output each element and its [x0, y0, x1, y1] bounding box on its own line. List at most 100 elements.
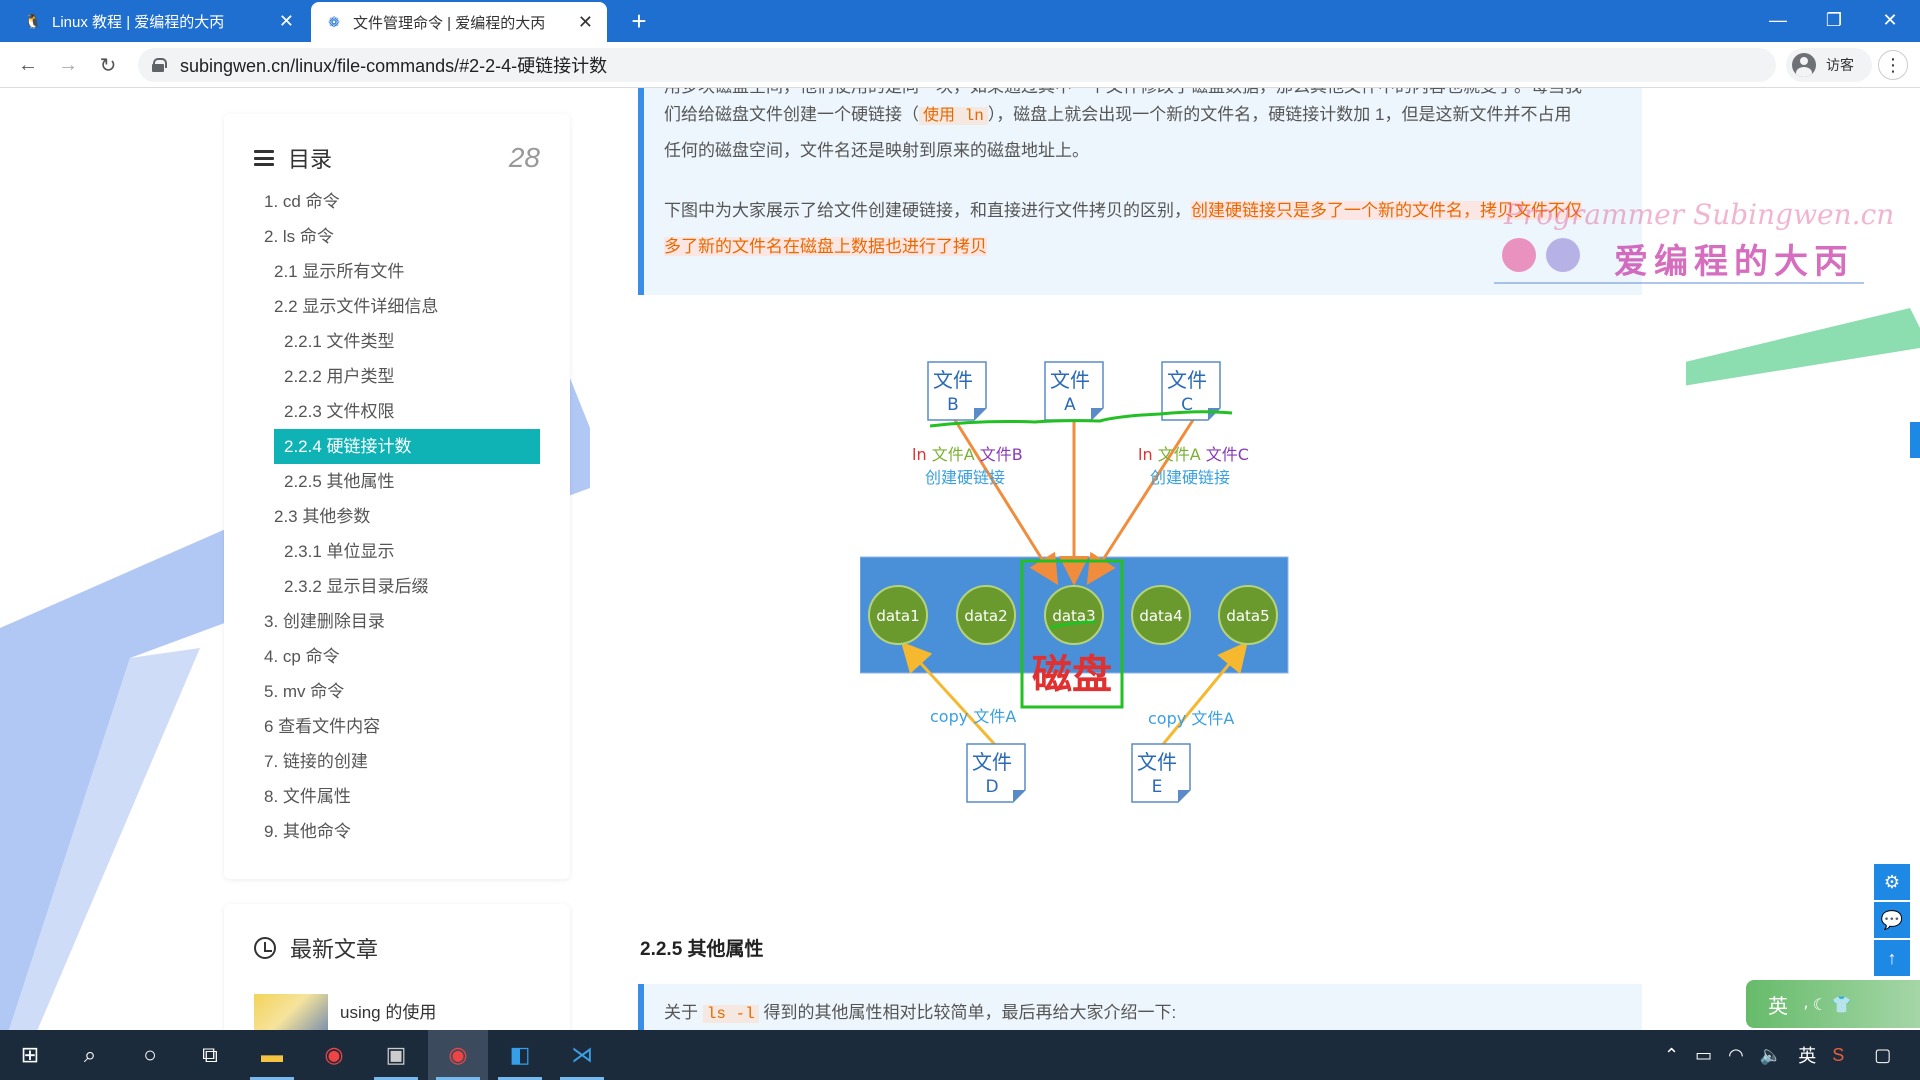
- section-heading: 2.2.5 其他属性: [640, 939, 764, 960]
- tray-language[interactable]: 英: [1798, 1042, 1816, 1068]
- site-favicon-icon: ❁: [328, 13, 340, 30]
- inline-code: 使用 ln: [919, 107, 988, 125]
- toc-item[interactable]: 2.2.3 文件权限: [224, 394, 570, 429]
- profile-button[interactable]: 访客: [1786, 48, 1872, 82]
- toc-item[interactable]: 2.2.5 其他属性: [224, 464, 570, 499]
- toc-list: 1. cd 命令 2. ls 命令 2.1 显示所有文件 2.2 显示文件详细信息 2.…: [224, 184, 570, 849]
- ime-toolbar[interactable]: 英 ⸴ ☾ 👕: [1746, 980, 1920, 1028]
- file-letter: A: [1064, 395, 1076, 415]
- teamviewer-icon[interactable]: ◧: [490, 1030, 550, 1080]
- site-favicon-icon: 🐧: [24, 12, 42, 29]
- paragraph-line: 们给给磁盘文件创建一个硬链接（ 使用 ln ），磁盘上就会出现一个新的文件名，硬链接…: [664, 105, 1572, 125]
- settings-gear-icon[interactable]: ⚙: [1874, 864, 1910, 900]
- toc-item[interactable]: 2.3 其他参数: [224, 499, 570, 534]
- paragraph-line: 关于 ls -l 得到的其他属性相对比较简单，最后再给大家介绍一下:: [664, 1003, 1177, 1023]
- toc-item[interactable]: 2.1 显示所有文件: [224, 254, 570, 289]
- file-letter: E: [1152, 777, 1163, 797]
- article-content: 用多块磁盘空间，他们使用的是同一块，如果通过其中一个文件修改了磁盘数据，那么其他…: [590, 88, 1894, 1030]
- toc-item[interactable]: 1. cd 命令: [224, 184, 570, 219]
- chrome-active-icon[interactable]: ◉: [428, 1030, 488, 1080]
- vscode-icon[interactable]: ⋊: [552, 1030, 612, 1080]
- toc-item[interactable]: 2.2.2 用户类型: [224, 359, 570, 394]
- ime-language: 英: [1768, 995, 1788, 1018]
- browser-tab-file-commands[interactable]: ❁ 文件管理命令 | 爱编程的大丙 ✕: [311, 2, 607, 42]
- cortana-icon[interactable]: ○: [120, 1030, 180, 1080]
- scroll-marker: [1910, 422, 1920, 458]
- toc-item[interactable]: 9. 其他命令: [224, 814, 570, 849]
- toc-item[interactable]: 2. ls 命令: [224, 219, 570, 254]
- toc-item[interactable]: 2.3.1 单位显示: [224, 534, 570, 569]
- profile-label: 访客: [1826, 57, 1854, 73]
- minimize-button[interactable]: —: [1750, 0, 1806, 40]
- new-tab-button[interactable]: +: [624, 6, 654, 36]
- avatar-icon: [1792, 53, 1816, 77]
- task-view-icon[interactable]: ⧉: [180, 1030, 240, 1080]
- tab-bar: 🐧 Linux 教程 | 爱编程的大丙 ✕ ❁ 文件管理命令 | 爱编程的大丙 …: [0, 0, 1920, 42]
- browser-tab-linux-tutorial[interactable]: 🐧 Linux 教程 | 爱编程的大丙 ✕: [10, 0, 308, 42]
- recent-header: 最新文章: [254, 932, 378, 964]
- url-field[interactable]: subingwen.cn/linux/file-commands/#2-2-4-…: [138, 48, 1776, 82]
- disk-label: 磁盘: [1032, 652, 1112, 698]
- list-icon: [254, 150, 274, 166]
- file-icon: 文件 A: [1044, 361, 1104, 421]
- file-letter: B: [947, 395, 959, 415]
- reload-icon[interactable]: ↻: [92, 50, 124, 80]
- toc-item[interactable]: 2.2 显示文件详细信息: [224, 289, 570, 324]
- highlight-text: 多了新的文件名在磁盘上数据也进行了拷贝: [664, 237, 987, 256]
- right-link-label-line2: 创建硬链接: [1150, 468, 1230, 487]
- file-name: 文件: [1137, 750, 1177, 774]
- article-thumbnail[interactable]: [254, 994, 328, 1030]
- watermark-underline: [1494, 282, 1864, 284]
- tray-icons[interactable]: ⌃ ▭ ◠ 🔈 英 S ▢: [1664, 1030, 1891, 1080]
- back-to-top-icon[interactable]: ↑: [1874, 940, 1910, 976]
- lock-icon[interactable]: [152, 58, 167, 72]
- notification-icon[interactable]: ▢: [1874, 1045, 1891, 1066]
- left-link-label: ln 文件A 文件B: [912, 445, 1023, 464]
- toc-item[interactable]: 2.2.4 硬链接计数: [274, 429, 540, 464]
- toc-item[interactable]: 6 查看文件内容: [224, 709, 570, 744]
- left-copy-label: copy 文件A: [930, 707, 1016, 726]
- hardlink-diagram: data1 data2 data3 data4 data5 磁盘 文件B文件A文件C文件…: [860, 361, 1289, 803]
- app-icon[interactable]: ▣: [366, 1030, 426, 1080]
- file-explorer-icon[interactable]: ▬: [242, 1030, 302, 1080]
- info-block: 关于 ls -l 得到的其他属性相对比较简单，最后再给大家介绍一下:: [638, 984, 1642, 1030]
- chevron-up-icon[interactable]: ⌃: [1664, 1045, 1679, 1066]
- toc-panel: 目录 28 1. cd 命令 2. ls 命令 2.1 显示所有文件 2.2 显示文件…: [224, 114, 570, 879]
- browser-menu-icon[interactable]: ⋮: [1878, 50, 1908, 80]
- sogou-icon[interactable]: S: [1832, 1045, 1844, 1066]
- volume-icon[interactable]: 🔈: [1760, 1045, 1782, 1066]
- toc-header: 目录: [254, 142, 332, 174]
- paragraph-line: 任何的磁盘空间，文件名还是映射到原来的磁盘地址上。: [664, 141, 1089, 160]
- toc-item[interactable]: 4. cp 命令: [224, 639, 570, 674]
- wifi-icon[interactable]: ◠: [1728, 1045, 1744, 1066]
- inline-code: ls -l: [702, 1005, 759, 1023]
- info-block: 用多块磁盘空间，他们使用的是同一块，如果通过其中一个文件修改了磁盘数据，那么其他…: [638, 88, 1642, 295]
- toc-item[interactable]: 3. 创建删除目录: [224, 604, 570, 639]
- disk-data-label: data2: [964, 607, 1007, 625]
- tab-close-icon[interactable]: ✕: [578, 12, 593, 33]
- file-name: 文件: [933, 368, 973, 392]
- search-icon[interactable]: ⌕: [60, 1030, 120, 1080]
- disk-data-label: data4: [1139, 607, 1182, 625]
- recent-article-link[interactable]: using 的使用: [340, 998, 436, 1023]
- back-arrow-icon[interactable]: ←: [12, 50, 44, 80]
- close-window-button[interactable]: ✕: [1862, 0, 1918, 40]
- disk-data-label: data1: [876, 607, 919, 625]
- tab-close-icon[interactable]: ✕: [279, 11, 294, 32]
- toc-item[interactable]: 5. mv 命令: [224, 674, 570, 709]
- chrome-icon[interactable]: ◉: [304, 1030, 364, 1080]
- toc-item[interactable]: 2.2.1 文件类型: [224, 324, 570, 359]
- ime-tools-icon: ⸴ ☾ 👕: [1804, 997, 1852, 1014]
- forward-arrow-icon[interactable]: →: [52, 50, 84, 80]
- toc-item[interactable]: 7. 链接的创建: [224, 744, 570, 779]
- paragraph-line: 下图中为大家展示了给文件创建硬链接，和直接进行文件拷贝的区别，创建硬链接只是多了…: [664, 201, 1582, 220]
- address-bar-row: ← → ↻ subingwen.cn/linux/file-commands/#…: [0, 42, 1920, 88]
- battery-icon[interactable]: ▭: [1695, 1045, 1712, 1066]
- windows-start-icon[interactable]: ⊞: [0, 1030, 60, 1080]
- toc-item[interactable]: 8. 文件属性: [224, 779, 570, 814]
- restore-button[interactable]: ❐: [1806, 0, 1862, 40]
- windows-taskbar: ⊞ ⌕ ○ ⧉ ▬ ◉ ▣ ◉ ◧ ⋊ ⌃ ▭ ◠ 🔈 英 S ▢: [0, 1030, 1920, 1080]
- watermark-logo: Programmer Subingwen.cn 爱编程的大丙: [1494, 198, 1894, 288]
- comment-icon[interactable]: 💬: [1874, 902, 1910, 938]
- toc-item[interactable]: 2.3.2 显示目录后缀: [224, 569, 570, 604]
